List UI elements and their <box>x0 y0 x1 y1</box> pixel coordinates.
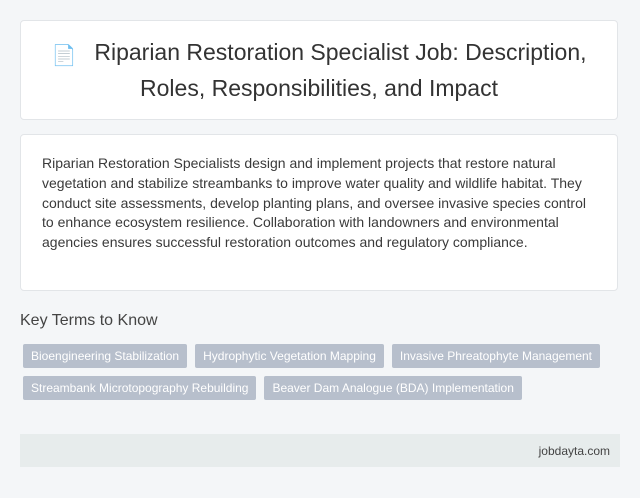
description-card: Riparian Restoration Specialists design … <box>20 134 618 291</box>
tag-hydrophytic-vegetation-mapping[interactable]: Hydrophytic Vegetation Mapping <box>195 344 384 368</box>
page-title-text: Riparian Restoration Specialist Job: Des… <box>94 39 587 101</box>
document-icon: 📄 <box>51 45 77 67</box>
job-description: Riparian Restoration Specialists design … <box>42 155 586 251</box>
tag-beaver-dam-analogue[interactable]: Beaver Dam Analogue (BDA) Implementation <box>264 376 522 400</box>
page-title: 📄 Riparian Restoration Specialist Job: De… <box>21 36 617 104</box>
footer: jobdayta.com <box>20 434 620 467</box>
title-card: 📄 Riparian Restoration Specialist Job: De… <box>20 20 618 120</box>
tag-streambank-microtopography-rebuilding[interactable]: Streambank Microtopography Rebuilding <box>23 376 257 400</box>
tag-row: Bioengineering Stabilization Hydrophytic… <box>23 344 623 368</box>
footer-site-link[interactable]: jobdayta.com <box>539 444 610 458</box>
tag-row: Streambank Microtopography Rebuilding Be… <box>23 376 623 400</box>
key-terms-tags: Bioengineering Stabilization Hydrophytic… <box>23 344 623 408</box>
tag-bioengineering-stabilization[interactable]: Bioengineering Stabilization <box>23 344 188 368</box>
key-terms-heading: Key Terms to Know <box>20 312 158 329</box>
tag-invasive-phreatophyte-management[interactable]: Invasive Phreatophyte Management <box>391 344 601 368</box>
